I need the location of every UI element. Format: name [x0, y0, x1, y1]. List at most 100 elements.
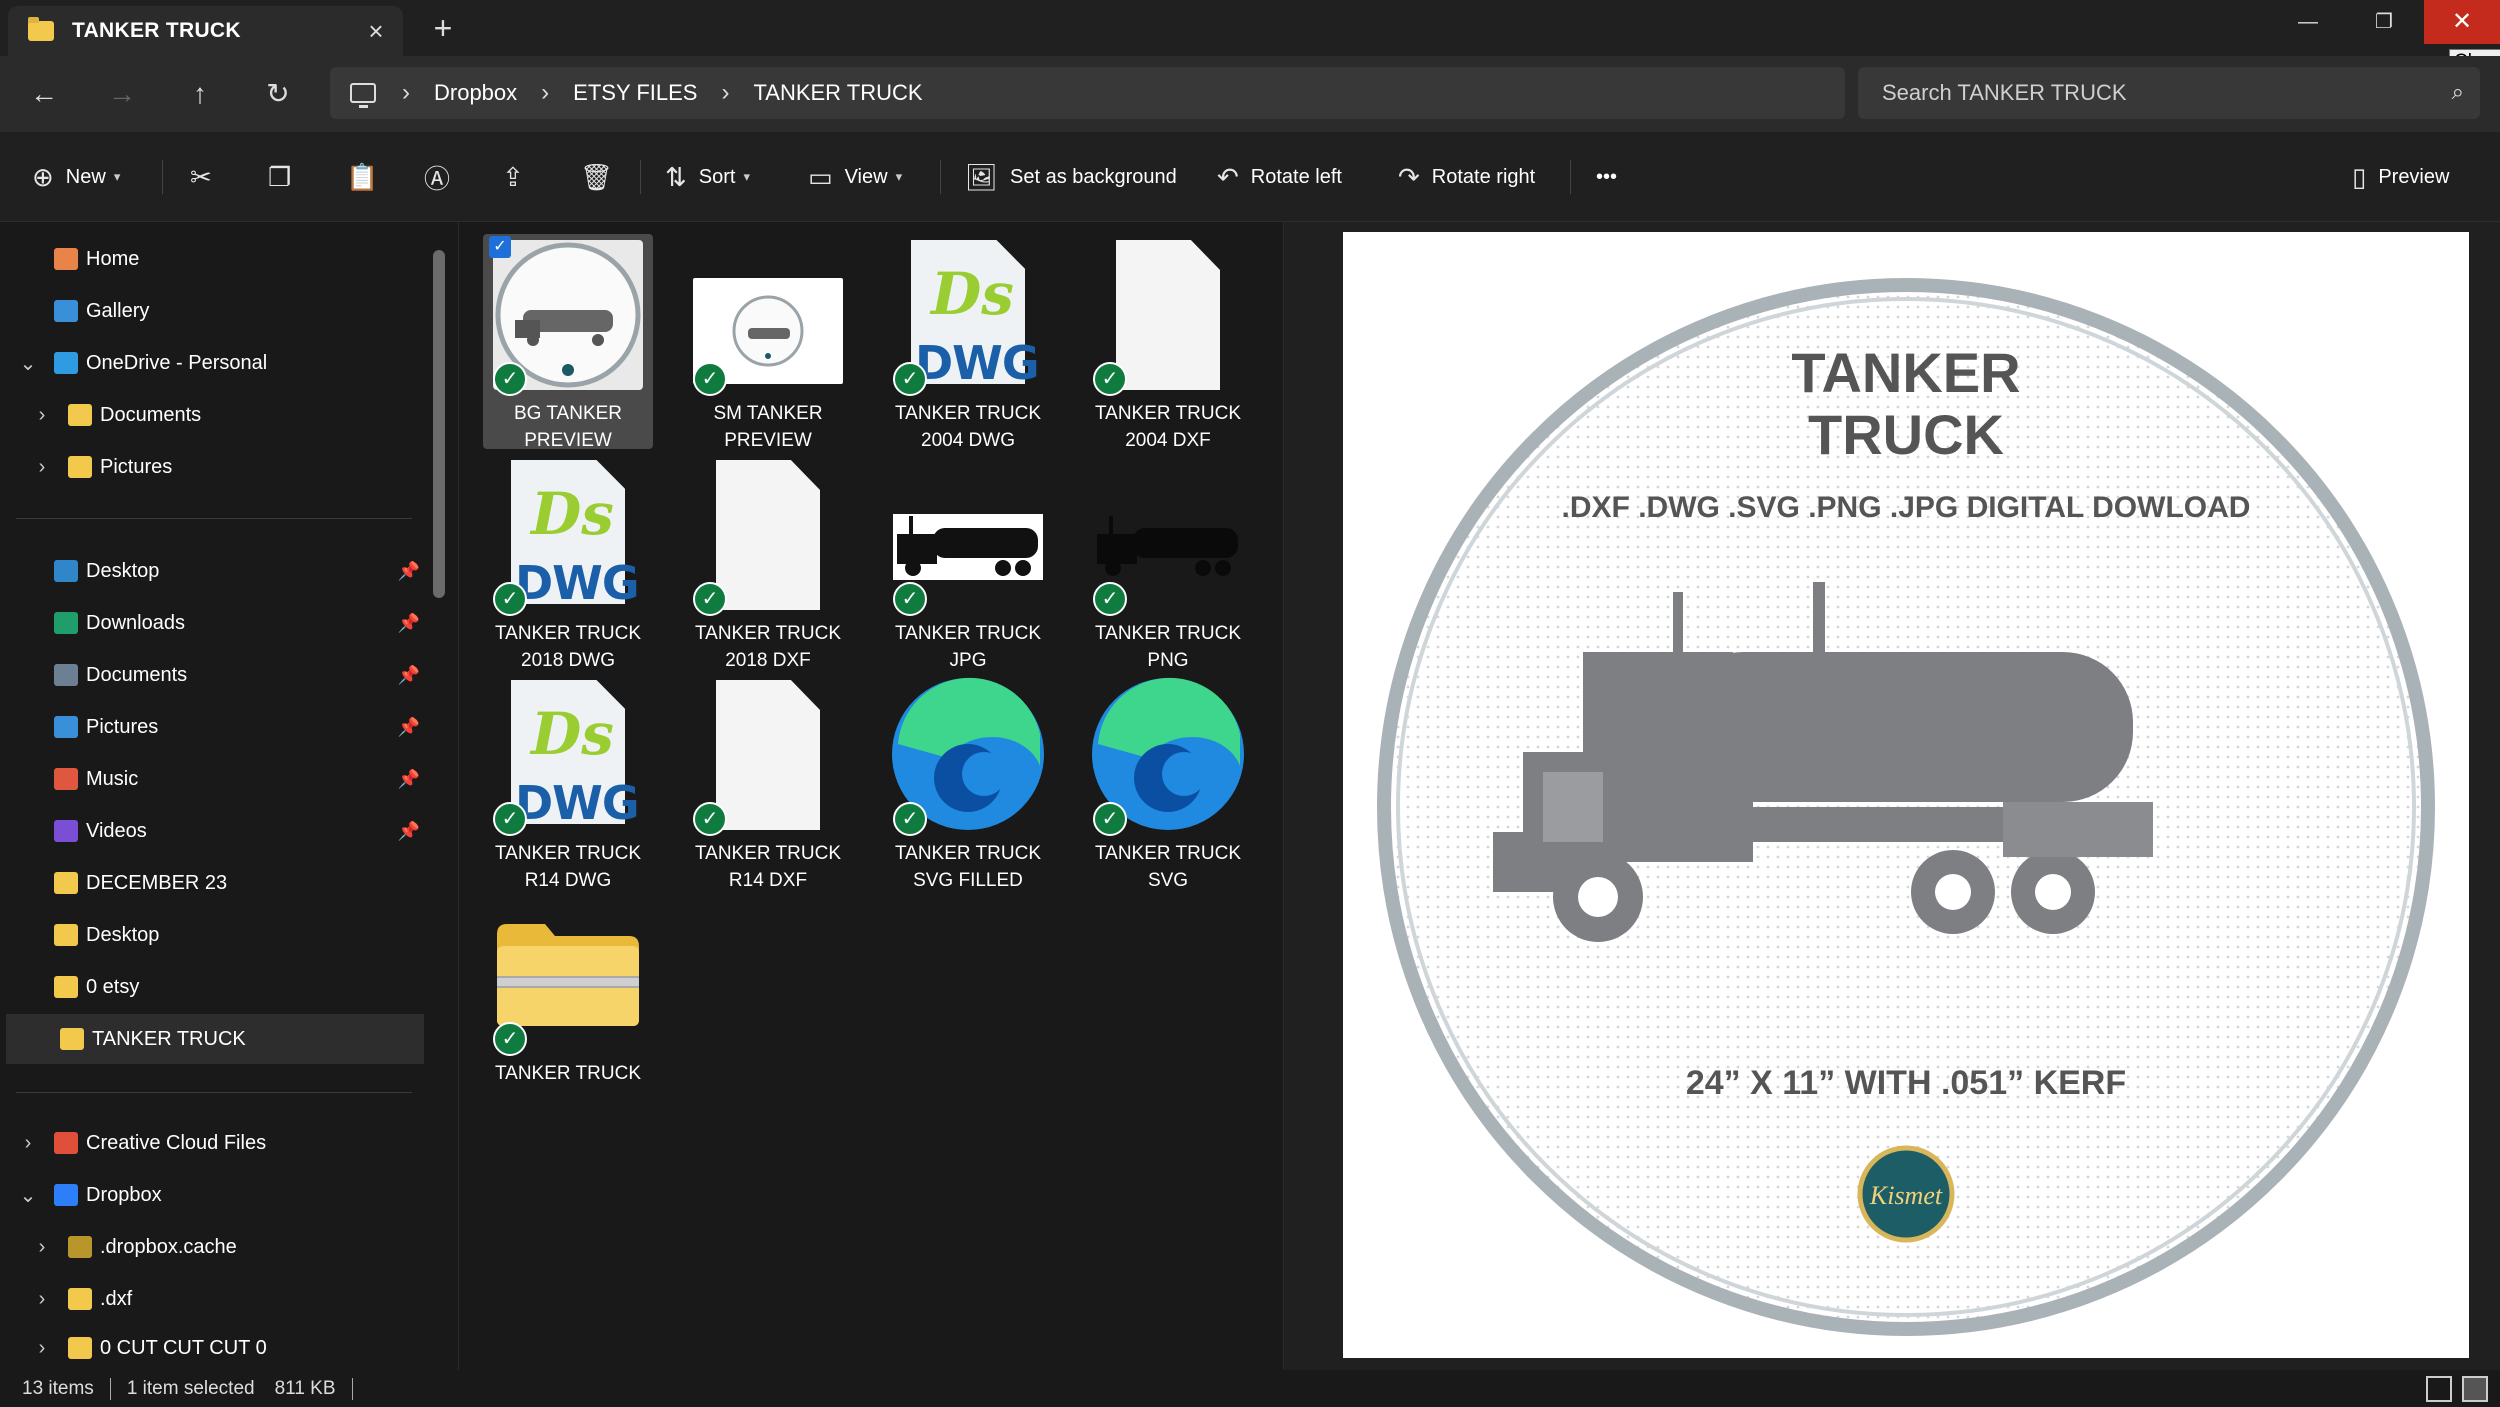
file-bg-tanker-preview[interactable]: ✓ ✓ BG TANKER PREVIEW — [483, 234, 653, 451]
share-button[interactable]: ⇪ — [502, 154, 524, 200]
new-button[interactable]: ⊕ New ▾ — [32, 154, 120, 200]
sidebar-item-label: Creative Cloud Files — [86, 1131, 267, 1154]
chevron-down-icon[interactable]: ⌄ — [16, 351, 40, 376]
file-tanker-truck-svg-filled[interactable]: ✓ TANKER TRUCK SVG FILLED — [883, 674, 1053, 891]
rename-button[interactable]: Ⓐ — [424, 154, 450, 200]
close-button[interactable]: ✕ — [2424, 0, 2500, 44]
file-tanker-truck-png[interactable]: ✓ TANKER TRUCK PNG — [1083, 454, 1253, 671]
tab-tanker-truck[interactable]: TANKER TRUCK × — [8, 6, 403, 56]
rotate-left-icon: ↶ — [1217, 161, 1239, 192]
chevron-right-icon[interactable]: › — [30, 1337, 54, 1360]
sidebar-item-label: Documents — [86, 663, 188, 686]
chevron-right-icon[interactable]: › — [541, 79, 549, 107]
folder-icon — [68, 404, 92, 426]
rotate-left-button[interactable]: ↶ Rotate left — [1217, 154, 1342, 200]
details-view-icon[interactable] — [2426, 1376, 2452, 1402]
file-tanker-truck-r14-dwg[interactable]: Ds DWG ✓ TANKER TRUCK R14 DWG — [483, 674, 653, 891]
chevron-down-icon[interactable]: ⌄ — [16, 1183, 40, 1208]
chevron-right-icon[interactable]: › — [30, 1236, 54, 1259]
file-name: TANKER TRUCK — [483, 1060, 653, 1087]
sidebar-item-0-etsy[interactable]: 0 etsy — [0, 962, 430, 1012]
file-name-line: 2018 DWG — [521, 650, 615, 671]
file-name: TANKER TRUCK PNG — [1083, 620, 1253, 674]
png-thumbnail — [1093, 514, 1243, 580]
sidebar-item-home[interactable]: Home — [0, 234, 430, 284]
chevron-right-icon[interactable]: › — [30, 456, 54, 479]
breadcrumb-dropbox[interactable]: Dropbox — [434, 80, 517, 106]
cut-button[interactable]: ✂ — [190, 154, 212, 200]
sidebar-item-dropbox-cache[interactable]: › .dropbox.cache — [0, 1222, 430, 1272]
file-tanker-truck-2018-dxf[interactable]: ✓ TANKER TRUCK 2018 DXF — [683, 454, 853, 671]
pin-icon[interactable]: 📌 — [398, 561, 420, 582]
pin-icon[interactable]: 📌 — [398, 613, 420, 634]
paste-button[interactable]: 📋 — [346, 154, 378, 200]
sidebar-item-pictures[interactable]: Pictures 📌 — [0, 702, 430, 752]
pin-icon[interactable]: 📌 — [398, 821, 420, 842]
chevron-right-icon[interactable]: › — [721, 79, 729, 107]
sidebar-item-downloads[interactable]: Downloads 📌 — [0, 598, 430, 648]
sidebar-item-documents[interactable]: Documents 📌 — [0, 650, 430, 700]
preview-title-line: TANKER — [1791, 341, 2020, 404]
set-as-background-button[interactable]: 🖼 Set as background — [965, 154, 1177, 200]
sync-status-icon: ✓ — [693, 802, 727, 836]
breadcrumb-etsy-files[interactable]: ETSY FILES — [573, 80, 697, 106]
sort-button[interactable]: ⇅ Sort ▾ — [665, 154, 750, 200]
file-tanker-truck-2004-dwg[interactable]: Ds DWG ✓ TANKER TRUCK 2004 DWG — [883, 234, 1053, 451]
more-options-button[interactable]: ••• — [1596, 154, 1617, 200]
computer-icon[interactable] — [350, 83, 376, 108]
sidebar-item-gallery[interactable]: Gallery — [0, 286, 430, 336]
chevron-right-icon[interactable]: › — [16, 1132, 40, 1155]
sidebar-item-december-23[interactable]: DECEMBER 23 — [0, 858, 430, 908]
up-arrow-icon[interactable]: ↑ — [178, 72, 222, 116]
file-tanker-truck-r14-dxf[interactable]: ✓ TANKER TRUCK R14 DXF — [683, 674, 853, 891]
file-sm-tanker-preview[interactable]: ✓ SM TANKER PREVIEW — [683, 234, 853, 451]
sidebar-scrollbar[interactable] — [433, 250, 445, 598]
chevron-right-icon[interactable]: › — [30, 1288, 54, 1311]
preview-pane-button[interactable]: ▯ Preview — [2352, 154, 2449, 200]
copy-button[interactable]: ❐ — [268, 154, 291, 200]
sidebar-item-0-cut[interactable]: › 0 CUT CUT CUT 0 — [0, 1326, 430, 1370]
minimize-button[interactable]: — — [2284, 0, 2332, 44]
maximize-button[interactable]: ❐ — [2360, 0, 2408, 44]
file-tanker-truck-2018-dwg[interactable]: Ds DWG ✓ TANKER TRUCK 2018 DWG — [483, 454, 653, 671]
sidebar-item-desktop[interactable]: Desktop 📌 — [0, 546, 430, 596]
large-icons-view-icon[interactable] — [2462, 1376, 2488, 1402]
file-tanker-truck-2004-dxf[interactable]: ✓ TANKER TRUCK 2004 DXF — [1083, 234, 1253, 451]
new-tab-button[interactable]: + — [425, 10, 461, 46]
sidebar-item-onedrive-documents[interactable]: › Documents — [0, 390, 430, 440]
chevron-right-icon[interactable]: › — [30, 404, 54, 427]
sidebar-item-creative-cloud[interactable]: › Creative Cloud Files — [0, 1118, 430, 1168]
sidebar-item-videos[interactable]: Videos 📌 — [0, 806, 430, 856]
rotate-right-button[interactable]: ↷ Rotate right — [1398, 154, 1535, 200]
sidebar-item-dxf[interactable]: › .dxf — [0, 1274, 430, 1324]
navigation-bar: ← → ↑ ↻ › Dropbox › ETSY FILES › TANKER … — [0, 56, 2500, 132]
pin-icon[interactable]: 📌 — [398, 717, 420, 738]
dwg-logo: DWG — [515, 776, 640, 830]
chevron-right-icon[interactable]: › — [402, 79, 410, 107]
back-arrow-icon[interactable]: ← — [22, 72, 66, 116]
pin-icon[interactable]: 📌 — [398, 665, 420, 686]
search-input[interactable]: Search TANKER TRUCK ⌕ — [1858, 67, 2480, 119]
sidebar-item-onedrive-pictures[interactable]: › Pictures — [0, 442, 430, 492]
breadcrumb-tanker-truck[interactable]: TANKER TRUCK — [753, 80, 922, 106]
file-tanker-truck-zip[interactable]: ✓ TANKER TRUCK — [483, 894, 653, 1109]
view-button[interactable]: ▭ View ▾ — [808, 154, 902, 200]
file-tanker-truck-svg[interactable]: ✓ TANKER TRUCK SVG — [1083, 674, 1253, 891]
pin-icon[interactable]: 📌 — [398, 769, 420, 790]
forward-arrow-icon[interactable]: → — [100, 72, 144, 116]
sidebar-item-desktop-folder[interactable]: Desktop — [0, 910, 430, 960]
divider — [16, 518, 412, 519]
pictures-icon — [54, 716, 78, 738]
refresh-icon[interactable]: ↻ — [256, 72, 300, 116]
file-tanker-truck-jpg[interactable]: ✓ TANKER TRUCK JPG — [883, 454, 1053, 671]
delete-button[interactable]: 🗑 — [580, 154, 613, 200]
sidebar-item-dropbox[interactable]: ⌄ Dropbox — [0, 1170, 430, 1220]
sidebar-item-tanker-truck[interactable]: TANKER TRUCK — [6, 1014, 424, 1064]
sidebar-item-music[interactable]: Music 📌 — [0, 754, 430, 804]
creative-cloud-icon — [54, 1132, 78, 1154]
address-bar[interactable]: › Dropbox › ETSY FILES › TANKER TRUCK — [330, 67, 1845, 119]
tab-close-button[interactable]: × — [361, 16, 391, 46]
selection-checkbox[interactable]: ✓ — [489, 236, 511, 258]
sidebar-item-onedrive[interactable]: ⌄ OneDrive - Personal — [0, 338, 430, 388]
preview-image: TANKER TRUCK .DXF .DWG .SVG .PNG .JPG DI… — [1343, 232, 2469, 1358]
